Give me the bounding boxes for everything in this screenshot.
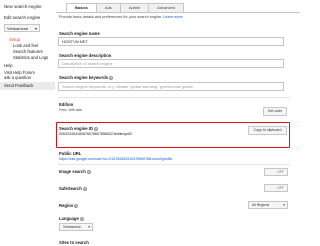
edition-label: Edition: [59, 102, 74, 107]
sidebar-item-setup[interactable]: Setup: [9, 37, 20, 42]
sidebar-item-ask-question[interactable]: ask a question: [4, 75, 31, 80]
region-label: Region?: [59, 203, 79, 208]
sidebar-item-send-feedback[interactable]: Send Feedback: [0, 82, 55, 90]
divider: [58, 97, 290, 98]
search-engine-name-input[interactable]: HOSTVN.NET: [58, 37, 284, 46]
safesearch-label-text: SafeSearch: [59, 186, 82, 191]
sidebar-item-look-and-feel[interactable]: Look and feel: [13, 43, 38, 48]
get-code-button[interactable]: Get code: [263, 107, 287, 116]
new-search-engine-link[interactable]: New search engine: [4, 4, 42, 9]
edit-search-engine-label: Edit search engine: [4, 15, 41, 20]
language-select[interactable]: Vietnamese ▾: [59, 223, 93, 231]
description-text: Provide basic details and preferences fo…: [59, 15, 163, 19]
divider: [58, 164, 290, 165]
public-url-link[interactable]: https://cse.google.com/cse?cx=0147654525…: [59, 157, 172, 161]
sidebar-item-search-features[interactable]: Search features: [13, 49, 43, 54]
sidebar-item-help[interactable]: Help: [4, 63, 13, 68]
help-icon[interactable]: ?: [109, 75, 114, 80]
search-engine-name-label: Search engine name: [59, 31, 100, 36]
search-engine-keywords-input[interactable]: Search engine keywords, e.g. climate 'gl…: [58, 82, 284, 91]
chevron-down-icon: ▾: [34, 26, 37, 31]
engine-select[interactable]: Vietnamese ▾: [4, 24, 40, 32]
learn-more-link[interactable]: Learn more: [163, 15, 182, 19]
sidebar-item-statistics[interactable]: Statistics and Logs: [13, 55, 48, 60]
language-select-value: Vietnamese: [63, 225, 81, 229]
search-engine-description-label: Search engine description: [59, 53, 112, 58]
help-icon[interactable]: ?: [86, 169, 91, 174]
edition-value: Free, with ads.: [59, 108, 83, 112]
region-select-value: All Regions: [252, 203, 270, 207]
safesearch-toggle[interactable]: OFF: [264, 184, 288, 192]
search-engine-id-label: Search engine ID?: [59, 126, 98, 131]
public-url-label: Public URL: [59, 151, 82, 156]
help-icon[interactable]: ?: [93, 126, 98, 131]
search-engine-id-value: 006323454180876078607858632:fbdlkmyz62: [59, 132, 133, 136]
image-search-toggle[interactable]: OFF: [264, 168, 288, 176]
region-select[interactable]: All Regions ▾: [248, 201, 288, 209]
help-icon[interactable]: ?: [79, 216, 84, 221]
help-icon[interactable]: ?: [74, 203, 79, 208]
language-label: Language?: [59, 216, 84, 221]
language-label-text: Language: [59, 216, 79, 221]
image-search-label-text: Image search: [59, 169, 86, 174]
safesearch-label: SafeSearch?: [59, 186, 87, 191]
tab-divider: [56, 12, 300, 13]
help-icon[interactable]: ?: [82, 186, 87, 191]
keywords-label-text: Search engine keywords: [59, 75, 109, 80]
chevron-down-icon: ▾: [88, 225, 90, 229]
image-search-label: Image search?: [59, 169, 91, 174]
search-engine-description-input[interactable]: Description of search engine: [58, 59, 284, 68]
region-label-text: Region: [59, 203, 74, 208]
search-engine-keywords-label: Search engine keywords?: [59, 75, 114, 80]
copy-to-clipboard-button[interactable]: Copy to clipboard: [248, 126, 287, 135]
search-engine-id-label-text: Search engine ID: [59, 126, 93, 131]
sites-to-search-label: Sites to search: [59, 240, 89, 245]
chevron-down-icon: ▾: [283, 203, 285, 207]
sidebar: New search engine Edit search engine Vie…: [0, 0, 55, 246]
engine-select-value: Vietnamese: [7, 26, 29, 31]
page-description: Provide basic details and preferences fo…: [59, 15, 183, 19]
